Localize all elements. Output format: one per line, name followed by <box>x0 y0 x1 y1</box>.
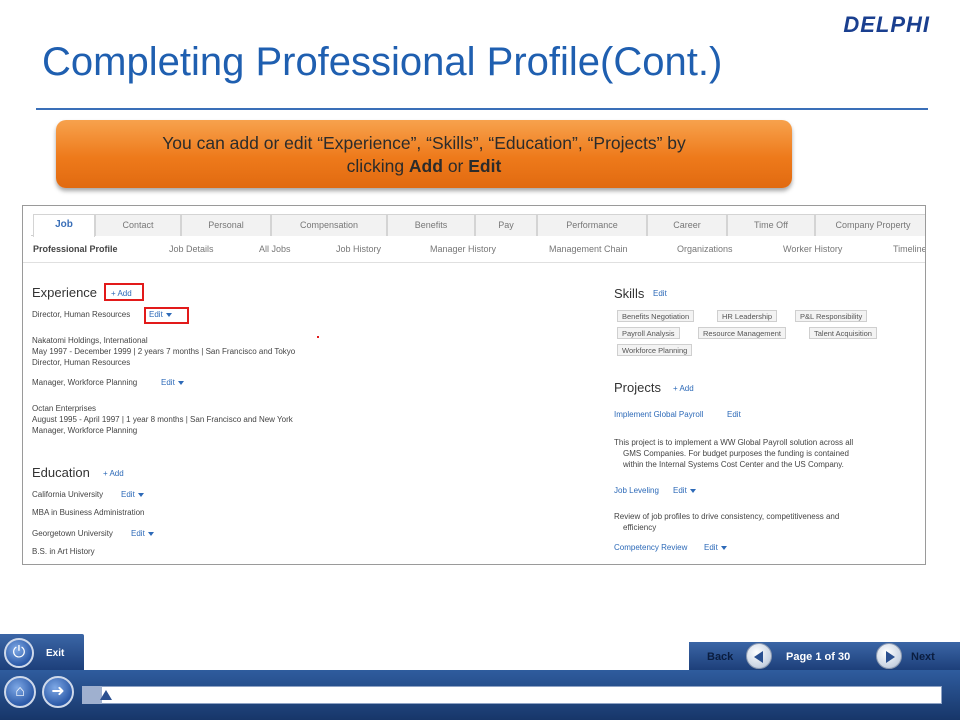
education-heading: Education <box>32 465 90 480</box>
skill-chip: Workforce Planning <box>617 344 693 356</box>
chevron-down-icon <box>720 545 727 550</box>
education-degree1: MBA in Business Administration <box>32 508 145 517</box>
experience-job2-edit-link[interactable]: Edit <box>161 378 184 387</box>
page-title: Completing Professional Profile(Cont.) <box>42 40 723 84</box>
education-school1-edit-link[interactable]: Edit <box>121 490 144 499</box>
back-label[interactable]: Back <box>707 651 733 663</box>
exit-label[interactable]: Exit <box>46 648 64 659</box>
project1-desc-line2: GMS Companies. For budget purposes the f… <box>623 449 849 458</box>
page-counter: Page 1 of 30 <box>786 651 851 663</box>
experience-job2-company: Octan Enterprises <box>32 404 97 413</box>
profile-screenshot: Job Contact Personal Compensation Benefi… <box>22 205 926 565</box>
subnav-all-jobs[interactable]: All Jobs <box>259 244 291 254</box>
tab-bar: Job Contact Personal Compensation Benefi… <box>31 214 925 237</box>
tab-benefits[interactable]: Benefits <box>387 214 475 236</box>
project2-title-link[interactable]: Job Leveling <box>614 486 659 495</box>
skill-chip: Talent Acquisition <box>809 327 877 339</box>
edit-label: Edit <box>131 529 145 538</box>
arrow-right-icon <box>886 651 895 663</box>
education-school2-edit-link[interactable]: Edit <box>131 529 154 538</box>
skill-chip: Resource Management <box>698 327 786 339</box>
subnav-worker-history[interactable]: Worker History <box>783 244 842 254</box>
add-highlight-box <box>104 283 144 301</box>
skills-edit-link[interactable]: Edit <box>653 289 667 298</box>
progress-marker[interactable] <box>100 690 112 700</box>
chevron-down-icon <box>147 531 154 536</box>
next-button[interactable] <box>876 643 902 669</box>
callout-add-word: Add <box>408 156 443 176</box>
tab-career[interactable]: Career <box>647 214 727 236</box>
subnav-timeline[interactable]: Timeline <box>893 244 925 254</box>
delphi-logo: DELPHI <box>843 12 930 37</box>
next-label[interactable]: Next <box>911 651 935 663</box>
project1-desc-line1: This project is to implement a WW Global… <box>614 438 854 447</box>
education-degree2: B.S. in Art History <box>32 547 95 556</box>
experience-job2-role: Manager, Workforce Planning <box>32 426 138 435</box>
skill-chip: Benefits Negotiation <box>617 310 695 322</box>
tab-job[interactable]: Job <box>33 214 95 237</box>
chevron-down-icon <box>177 380 184 385</box>
callout-edit-word: Edit <box>468 156 502 176</box>
skill-chip: HR Leadership <box>717 310 778 322</box>
experience-job2-dates: August 1995 - April 1997 | 1 year 8 mont… <box>32 415 293 424</box>
skills-heading: Skills <box>614 286 645 301</box>
subnav-professional-profile[interactable]: Professional Profile <box>33 244 118 254</box>
education-school1: California University <box>32 490 104 499</box>
project2-desc-line2: efficiency <box>623 523 657 532</box>
skill-chip: Payroll Analysis <box>617 327 680 339</box>
callout-line-1: You can add or edit “Experience”, “Skill… <box>162 133 686 153</box>
experience-heading: Experience <box>32 285 98 300</box>
tab-personal[interactable]: Personal <box>181 214 271 236</box>
subnav-job-history[interactable]: Job History <box>336 244 381 254</box>
project1-desc-line3: within the Internal Systems Cost Center … <box>623 460 844 469</box>
experience-job2-title: Manager, Workforce Planning <box>32 378 138 387</box>
experience-job1-role: Director, Human Resources <box>32 358 131 367</box>
back-button[interactable] <box>746 643 772 669</box>
tab-time-off[interactable]: Time Off <box>727 214 815 236</box>
subnav-manager-history[interactable]: Manager History <box>430 244 496 254</box>
project3-edit-link[interactable]: Edit <box>704 543 727 552</box>
instruction-callout: You can add or edit “Experience”, “Skill… <box>56 120 792 188</box>
project1-title-link[interactable]: Implement Global Payroll <box>614 410 703 419</box>
subnav-job-details[interactable]: Job Details <box>169 244 214 254</box>
skill-chip: P&L Responsibility <box>795 310 868 322</box>
project2-edit-link[interactable]: Edit <box>673 486 696 495</box>
tab-contact[interactable]: Contact <box>95 214 181 236</box>
edit-label: Edit <box>161 378 175 387</box>
chevron-down-icon <box>689 488 696 493</box>
edit-label: Edit <box>121 490 135 499</box>
edit-label: Edit <box>704 543 718 552</box>
education-school2: Georgetown University <box>32 529 113 538</box>
subnav-management-chain[interactable]: Management Chain <box>549 244 628 254</box>
edit-label: Edit <box>673 486 687 495</box>
project1-edit-link[interactable]: Edit <box>727 410 741 419</box>
experience-job1-company: Nakatomi Holdings, International <box>32 336 148 345</box>
tab-pay[interactable]: Pay <box>475 214 537 236</box>
projects-heading: Projects <box>614 380 661 395</box>
chevron-down-icon <box>137 492 144 497</box>
tab-compensation[interactable]: Compensation <box>271 214 387 236</box>
callout-text: clicking <box>346 156 409 176</box>
arrow-left-icon <box>754 651 763 663</box>
subnav-organizations[interactable]: Organizations <box>677 244 733 254</box>
tab-company-property[interactable]: Company Property <box>815 214 925 236</box>
home-icon[interactable]: ⌂ <box>4 676 36 708</box>
education-add-link[interactable]: + Add <box>103 469 124 478</box>
subnav-divider <box>23 262 925 263</box>
projects-add-link[interactable]: + Add <box>673 384 694 393</box>
tab-performance[interactable]: Performance <box>537 214 647 236</box>
power-icon[interactable]: ⏻ <box>4 638 34 668</box>
progress-track[interactable] <box>82 686 942 704</box>
cursor-dot <box>317 336 319 338</box>
forward-icon[interactable]: ➜ <box>42 676 74 708</box>
project2-desc-line1: Review of job profiles to drive consiste… <box>614 512 840 521</box>
title-divider <box>36 108 928 110</box>
callout-line-2: clicking Add or Edit <box>56 155 792 178</box>
experience-job1-title: Director, Human Resources <box>32 310 131 319</box>
project3-title-link[interactable]: Competency Review <box>614 543 687 552</box>
experience-job1-dates: May 1997 - December 1999 | 2 years 7 mon… <box>32 347 296 356</box>
edit-highlight-box <box>144 307 189 324</box>
progress-fill <box>82 686 102 704</box>
callout-text: or <box>442 156 469 176</box>
